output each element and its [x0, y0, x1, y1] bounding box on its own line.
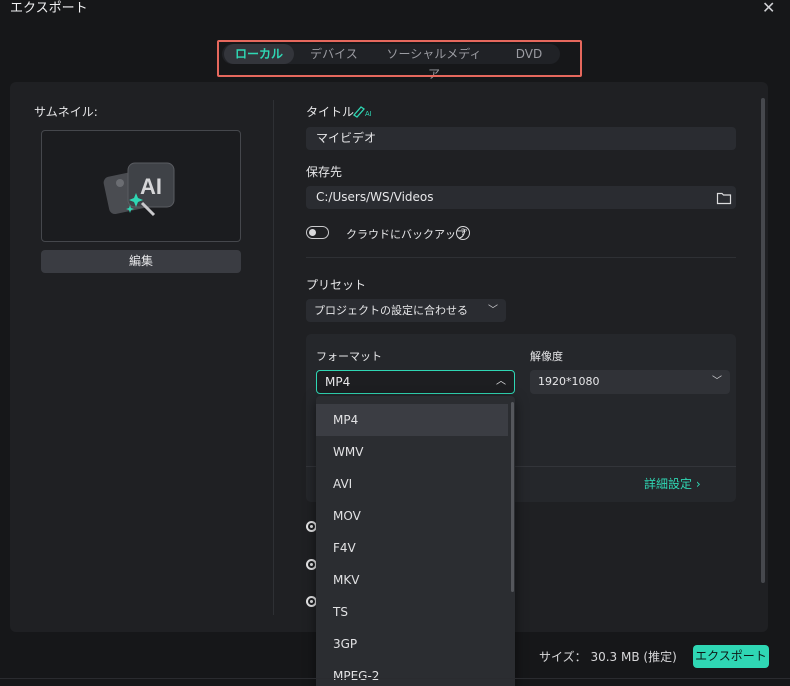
format-option-avi[interactable]: AVI [316, 468, 508, 500]
format-option-ts[interactable]: TS [316, 596, 508, 628]
thumbnail-label: サムネイル: [34, 105, 98, 119]
format-dropdown-list: MP4 WMV AVI MOV F4V MKV TS 3GP MPEG-2 [316, 396, 515, 686]
svg-text:AI: AI [140, 174, 162, 199]
format-option-wmv[interactable]: WMV [316, 436, 508, 468]
preset-value: プロジェクトの設定に合わせる [314, 304, 468, 317]
resolution-value: 1920*1080 [538, 375, 600, 388]
chevron-down-icon: ﹀ [712, 376, 722, 387]
window-title: エクスポート [10, 1, 88, 16]
tabs-highlight-frame [217, 40, 582, 77]
format-option-mov[interactable]: MOV [316, 500, 508, 532]
svg-text:AI: AI [365, 111, 372, 118]
resolution-label: 解像度 [530, 350, 563, 363]
format-value: MP4 [325, 375, 351, 389]
preset-select[interactable]: プロジェクトの設定に合わせる ﹀ [306, 299, 506, 322]
format-option-mpeg2[interactable]: MPEG-2 [316, 660, 508, 686]
format-option-f4v[interactable]: F4V [316, 532, 508, 564]
title-label: タイトル [306, 105, 355, 119]
format-select[interactable]: MP4 ︿ [316, 370, 515, 394]
cloud-backup-label: クラウドにバックアップ [346, 228, 467, 241]
save-to-label: 保存先 [306, 165, 343, 179]
edit-thumbnail-button[interactable]: 編集 [41, 250, 241, 273]
resolution-select[interactable]: 1920*1080 ﹀ [530, 370, 730, 394]
column-divider [273, 100, 274, 615]
thumbnail-preview[interactable]: AI [41, 130, 241, 242]
help-icon[interactable]: ? [456, 226, 470, 240]
dropdown-scrollbar[interactable] [511, 402, 514, 592]
format-label: フォーマット [316, 350, 382, 363]
ai-title-icon[interactable]: AI [352, 103, 374, 118]
preset-label: プリセット [306, 278, 367, 292]
save-path-input[interactable]: C:/Users/WS/Videos [306, 186, 736, 209]
export-button[interactable]: エクスポート [693, 645, 769, 668]
format-option-3gp[interactable]: 3GP [316, 628, 508, 660]
format-option-mp4[interactable]: MP4 [316, 404, 508, 436]
chevron-up-icon: ︿ [496, 376, 506, 387]
format-option-mkv[interactable]: MKV [316, 564, 508, 596]
cloud-backup-toggle[interactable] [306, 226, 329, 239]
close-icon[interactable]: ✕ [762, 0, 775, 17]
folder-icon[interactable] [716, 190, 732, 205]
advanced-settings-link[interactable]: 詳細設定 › [644, 475, 701, 492]
estimated-size: サイズ： 30.3 MB (推定) [539, 650, 677, 664]
bottom-border [0, 678, 790, 679]
panel-scrollbar[interactable] [761, 98, 765, 583]
ai-thumbnail-icon: AI [103, 162, 175, 217]
chevron-down-icon: ﹀ [488, 305, 498, 316]
title-input[interactable]: マイビデオ [306, 127, 736, 150]
section-divider [306, 257, 736, 258]
